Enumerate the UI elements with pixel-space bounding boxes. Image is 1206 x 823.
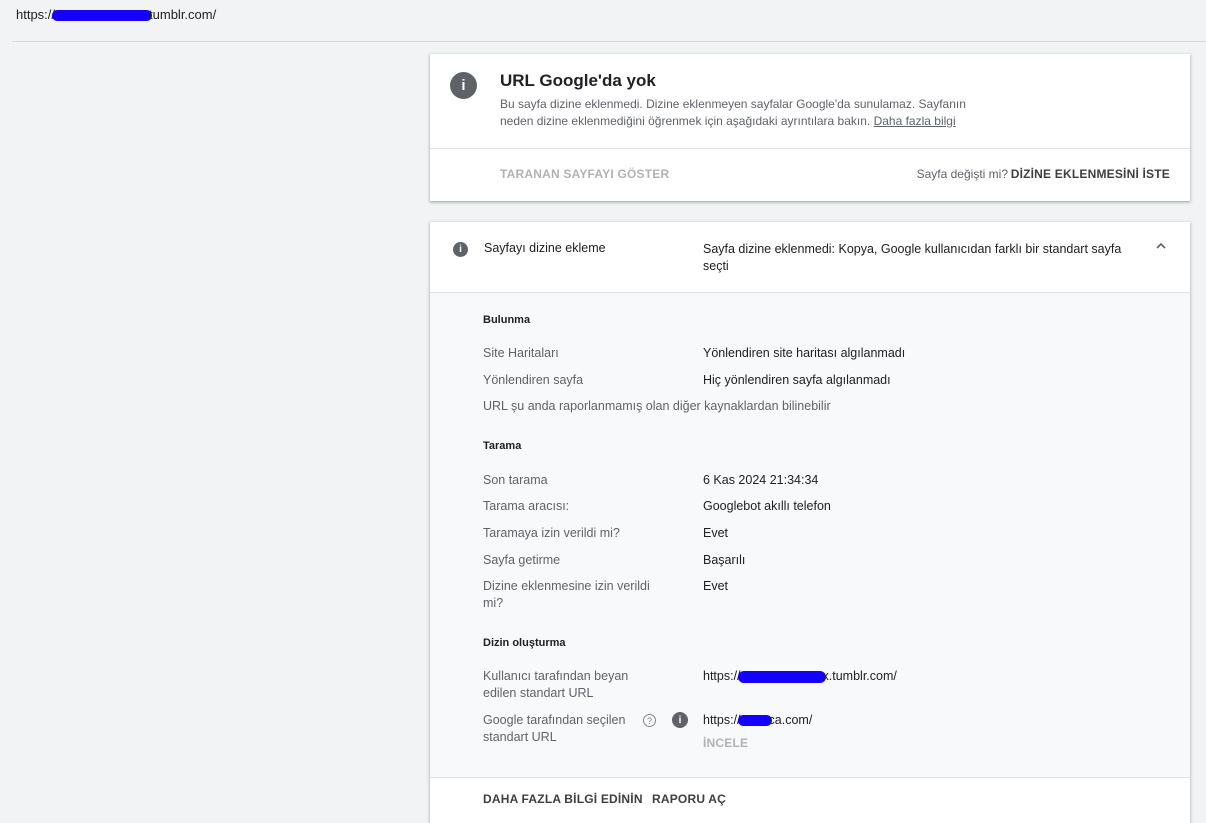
referring-page-label: Yönlendiren sayfa	[483, 373, 584, 387]
crawler-label: Tarama aracısı:	[483, 499, 570, 513]
crawler-value: Googlebot akıllı telefon	[703, 499, 831, 513]
user-canonical-value: https:// x.tumblr.com/	[703, 668, 897, 685]
sitemaps-label: Site Haritaları	[483, 346, 559, 360]
info-icon: i	[453, 242, 468, 257]
page-indexing-card: i Sayfayı dizine ekleme Sayfa dizine ekl…	[430, 222, 1190, 823]
request-indexing-button[interactable]: DİZİNE EKLENMESİNİ İSTE	[1011, 167, 1170, 181]
indexing-allowed-value: Evet	[703, 579, 729, 593]
address-url[interactable]: https:// tumblr.com/	[16, 7, 216, 22]
learn-more-button[interactable]: DAHA FAZLA BİLGİ EDİNİN	[483, 792, 643, 806]
info-icon: i	[450, 72, 477, 99]
sitemaps-value: Yönlendiren site haritası algılanmadı	[703, 346, 906, 360]
page-changed-question: Sayfa değişti mi?	[916, 167, 1008, 181]
card-divider	[430, 148, 1190, 149]
page-fetch-label: Sayfa getirme	[483, 553, 561, 567]
url-prefix: https://	[16, 7, 56, 22]
referring-page-value: Hiç yönlendiren sayfa algılanmadı	[703, 373, 891, 387]
last-crawl-value: 6 Kas 2024 21:34:34	[703, 473, 819, 487]
indexing-status: Sayfa dizine eklenmedi: Kopya, Google ku…	[703, 242, 1122, 273]
indexing-allowed-label: Dizine eklenmesine izin verildi mi?	[483, 579, 650, 610]
status-title: URL Google'da yok	[500, 71, 656, 90]
url-suffix: tumblr.com/	[149, 7, 217, 22]
indexing-header[interactable]: i Sayfayı dizine ekleme Sayfa dizine ekl…	[430, 222, 1190, 292]
user-canonical-suffix: x.tumblr.com/	[822, 669, 897, 683]
last-crawl-label: Son tarama	[483, 473, 548, 487]
crawl-allowed-label: Taramaya izin verildi mi?	[483, 526, 620, 540]
user-canonical-prefix: https://	[703, 669, 741, 683]
page-fetch-value: Başarılı	[703, 553, 746, 567]
details-panel: Bulunma Site Haritaları Yönlendiren site…	[430, 293, 1190, 777]
google-canonical-label: Google tarafından seçilen standart URL	[483, 713, 626, 744]
user-canonical-label: Kullanıcı tarafından beyan edilen standa…	[483, 669, 629, 700]
status-description: Bu sayfa dizine eklenmedi. Dizine eklenm…	[500, 96, 1000, 130]
help-icon[interactable]: ?	[643, 714, 656, 727]
section-title-indexing: Dizin oluşturma	[483, 637, 566, 649]
url-status-card: i URL Google'da yok Bu sayfa dizine ekle…	[430, 54, 1190, 201]
discovery-note: URL şu anda raporlanmamış olan diğer kay…	[483, 399, 831, 413]
redaction-scribble	[737, 715, 772, 727]
redaction-scribble	[737, 670, 826, 683]
address-bar[interactable]: https:// tumblr.com/	[0, 0, 1206, 41]
google-canonical-prefix: https://	[703, 713, 741, 727]
footer-divider	[430, 777, 1190, 778]
indexing-label: Sayfayı dizine ekleme	[484, 241, 606, 255]
section-title-crawl: Tarama	[483, 440, 522, 452]
open-report-button[interactable]: RAPORU AÇ	[652, 792, 726, 806]
redaction-scribble	[52, 10, 153, 22]
chevron-up-icon[interactable]	[1154, 239, 1168, 253]
address-divider	[12, 41, 1206, 42]
google-canonical-suffix: ca.com/	[768, 713, 813, 727]
inspect-button[interactable]: İNCELE	[703, 736, 748, 750]
google-canonical-value: https:// ca.com/	[703, 712, 812, 729]
crawl-allowed-value: Evet	[703, 526, 729, 540]
section-title-discovery: Bulunma	[483, 314, 531, 326]
view-crawled-page-button[interactable]: TARANAN SAYFAYI GÖSTER	[500, 167, 669, 181]
learn-more-link[interactable]: Daha fazla bilgi	[874, 114, 956, 128]
info-icon[interactable]: i	[672, 712, 688, 728]
